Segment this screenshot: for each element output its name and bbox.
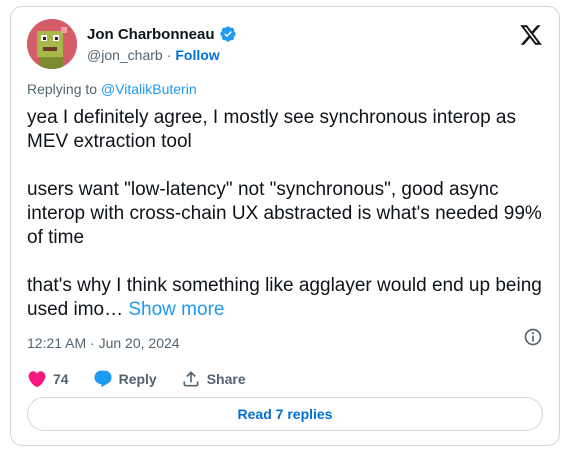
replying-to: Replying to @VitalikButerin	[27, 81, 197, 97]
tweet-header: Jon Charbonneau @jon_charb · Follow	[27, 17, 543, 69]
author-handle[interactable]: @jon_charb	[87, 47, 163, 63]
replying-target-link[interactable]: @VitalikButerin	[101, 81, 197, 97]
read-replies-button[interactable]: Read 7 replies	[27, 397, 543, 431]
avatar-image	[27, 19, 77, 69]
avatar[interactable]	[27, 19, 77, 69]
tweet-card: Jon Charbonneau @jon_charb · Follow Replyi…	[10, 6, 560, 446]
show-more-link[interactable]: Show more	[128, 299, 224, 320]
tweet-paragraph-2: users want "low-latency" not "synchronou…	[27, 179, 542, 248]
tweet-paragraph-3: that's why I think something like agglay…	[27, 274, 547, 322]
like-button[interactable]: 74	[27, 369, 69, 389]
verified-badge-icon	[219, 26, 236, 42]
separator-dot: ·	[166, 47, 172, 63]
reply-label: Reply	[118, 371, 157, 387]
like-count: 74	[53, 371, 69, 387]
share-icon	[183, 371, 199, 387]
share-button[interactable]: Share	[181, 369, 246, 389]
reply-bubble-icon	[94, 370, 112, 388]
tweet-timestamp[interactable]: 12:21 AM · Jun 20, 2024	[27, 335, 180, 351]
author-handle-row: @jon_charb · Follow	[87, 47, 220, 63]
tweet-paragraph-1: yea I definitely agree, I mostly see syn…	[27, 107, 516, 152]
heart-icon	[28, 371, 46, 388]
tweet-text: yea I definitely agree, I mostly see syn…	[27, 106, 547, 322]
follow-button[interactable]: Follow	[175, 47, 219, 63]
author-name-row: Jon Charbonneau	[87, 25, 237, 43]
author-name[interactable]: Jon Charbonneau	[87, 26, 215, 43]
info-icon[interactable]	[523, 327, 543, 347]
share-label: Share	[206, 371, 246, 387]
reply-button[interactable]: Reply	[93, 369, 157, 389]
x-logo-icon[interactable]	[519, 23, 543, 47]
tweet-paragraph-3-text: that's why I think something like agglay…	[27, 275, 542, 320]
tweet-actions: 74 Reply Share	[27, 369, 270, 389]
replying-prefix: Replying to	[27, 81, 101, 97]
